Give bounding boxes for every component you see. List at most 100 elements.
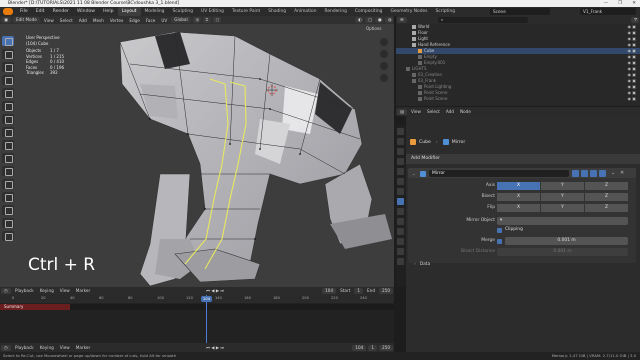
move-tool-icon[interactable] — [2, 62, 14, 72]
view-layer-selector[interactable]: V1_Frank — [580, 8, 636, 15]
tl-menu-view[interactable]: View — [57, 287, 73, 295]
flip-z-toggle[interactable]: Z — [585, 204, 628, 212]
tab-scripting[interactable]: Scripting — [431, 7, 459, 16]
add-modifier-button[interactable]: Add Modifier — [406, 154, 640, 164]
scene-selector[interactable]: Scene — [490, 8, 550, 15]
measure-tool-icon[interactable] — [2, 127, 14, 137]
menu-edge[interactable]: Edge — [126, 18, 143, 23]
pivot-icon[interactable]: ◎ — [192, 17, 201, 23]
tab-rendering[interactable]: Rendering — [320, 7, 350, 16]
constraints-tab-icon[interactable] — [397, 228, 404, 235]
pan-icon[interactable] — [380, 50, 388, 58]
data-subpanel[interactable]: › Data — [414, 262, 430, 267]
bisect-x-toggle[interactable]: X — [497, 193, 540, 201]
tab-compositing[interactable]: Compositing — [351, 7, 387, 16]
filter-icon[interactable]: ⛛ — [631, 17, 639, 23]
bisect-y-toggle[interactable]: Y — [541, 193, 584, 201]
solid-shading-icon[interactable]: ● — [375, 17, 383, 23]
merge-checkbox[interactable] — [497, 239, 502, 244]
merge-distance-field[interactable]: 0.001 m — [505, 237, 628, 245]
render-icon[interactable] — [599, 170, 606, 177]
rotate-tool-icon[interactable] — [2, 75, 14, 85]
material-tab-icon[interactable] — [397, 248, 404, 255]
particles-tab-icon[interactable] — [397, 208, 404, 215]
footer-menu-keying[interactable]: Keying — [37, 343, 57, 352]
modifier-name-field[interactable]: Mirror — [429, 170, 569, 177]
prop-menu-view[interactable]: View — [408, 109, 424, 114]
camera-icon[interactable] — [380, 62, 388, 70]
footer-start[interactable]: 1 — [368, 344, 377, 351]
axis-y-toggle[interactable]: Y — [541, 182, 584, 190]
tab-geometry-nodes[interactable]: Geometry Nodes — [386, 7, 431, 16]
blender-logo-icon[interactable] — [3, 8, 13, 15]
edit-cage-icon[interactable] — [572, 170, 579, 177]
render-tab-icon[interactable] — [397, 138, 404, 145]
menu-edit[interactable]: Edit — [32, 7, 49, 16]
output-tab-icon[interactable] — [397, 148, 404, 155]
data-tab-icon[interactable] — [397, 238, 404, 245]
footer-menu-view[interactable]: View — [57, 343, 73, 352]
flip-x-toggle[interactable]: X — [497, 204, 540, 212]
playhead[interactable] — [206, 295, 207, 343]
select-box-tool-icon[interactable] — [2, 36, 14, 46]
knife-tool-icon[interactable] — [2, 192, 14, 202]
cursor-tool-icon[interactable] — [2, 49, 14, 59]
remove-modifier-icon[interactable]: ✕ — [620, 170, 624, 176]
extrude-tool-icon[interactable] — [2, 140, 14, 150]
start-frame-field[interactable]: 1 — [354, 288, 364, 294]
view-layer-tab-icon[interactable] — [397, 158, 404, 165]
transform-orientation[interactable]: Global — [171, 17, 191, 23]
editor-type-icon[interactable]: ▣ — [1, 17, 11, 23]
footer-play-controls-icon[interactable]: ⏮ ◀ ▶ ⏭ — [203, 343, 227, 352]
prop-menu-add[interactable]: Add — [443, 109, 457, 114]
tool-tab-icon[interactable] — [397, 128, 404, 135]
footer-menu-playback[interactable]: Playback — [12, 343, 37, 352]
world-tab-icon[interactable] — [397, 178, 404, 185]
bisect-z-toggle[interactable]: Z — [585, 193, 628, 201]
menu-vertex[interactable]: Vertex — [107, 18, 126, 23]
close-button[interactable]: ✕ — [632, 0, 636, 7]
collapse-chevron-icon[interactable]: ⌄ — [412, 171, 415, 176]
clipping-checkbox[interactable] — [497, 228, 502, 233]
options-dropdown[interactable]: Options — [366, 26, 381, 31]
tab-animation[interactable]: Animation — [290, 7, 320, 16]
menu-window[interactable]: Window — [73, 7, 99, 16]
menu-face[interactable]: Face — [143, 18, 158, 23]
snap-icon[interactable]: ⌗ — [202, 17, 211, 23]
tab-layout[interactable]: Layout — [117, 7, 141, 16]
footer-end[interactable]: 250 — [379, 344, 393, 351]
mode-selector[interactable]: Edit Mode — [13, 17, 40, 23]
loop-cut-tool-icon[interactable] — [2, 179, 14, 189]
tl-menu-marker[interactable]: Marker — [73, 287, 93, 295]
axis-x-toggle[interactable]: X — [497, 182, 540, 190]
poly-build-tool-icon[interactable] — [2, 205, 14, 215]
tab-modeling[interactable]: Modeling — [141, 7, 169, 16]
footer-menu-marker[interactable]: Marker — [73, 343, 93, 352]
prop-menu-node[interactable]: Node — [457, 109, 474, 114]
menu-select[interactable]: Select — [57, 18, 76, 23]
menu-help[interactable]: Help — [99, 7, 117, 16]
edit-mode-icon[interactable] — [581, 170, 588, 177]
tab-shading[interactable]: Shading — [264, 7, 290, 16]
spin-tool-icon[interactable] — [2, 218, 14, 228]
outliner-row[interactable]: Point Scene ◉ ▣ — [396, 96, 640, 102]
menu-render[interactable]: Render — [49, 7, 73, 16]
dropdown-chevron-icon[interactable]: ⌄ — [611, 170, 615, 176]
object-tab-icon[interactable] — [397, 188, 404, 195]
zoom-icon[interactable] — [380, 38, 388, 46]
flip-y-toggle[interactable]: Y — [541, 204, 584, 212]
axis-z-toggle[interactable]: Z — [585, 182, 628, 190]
menu-add[interactable]: Add — [76, 18, 90, 23]
transform-tool-icon[interactable] — [2, 101, 14, 111]
inset-tool-icon[interactable] — [2, 153, 14, 163]
summary-channel[interactable]: Summary — [0, 304, 70, 310]
play-controls-icon[interactable]: ⏮ ◀ ▶ ⏭ — [203, 287, 227, 295]
tl-menu-playback[interactable]: Playback — [12, 287, 37, 295]
scale-tool-icon[interactable] — [2, 88, 14, 98]
mirror-object-field[interactable]: ▾ — [497, 217, 628, 225]
dopesheet-editor-icon[interactable]: ◷ — [1, 344, 11, 351]
menu-file[interactable]: File — [16, 7, 32, 16]
menu-view[interactable]: View — [41, 18, 57, 23]
tab-sculpting[interactable]: Sculpting — [168, 7, 197, 16]
outliner-search-input[interactable]: ⌕ — [438, 17, 528, 23]
